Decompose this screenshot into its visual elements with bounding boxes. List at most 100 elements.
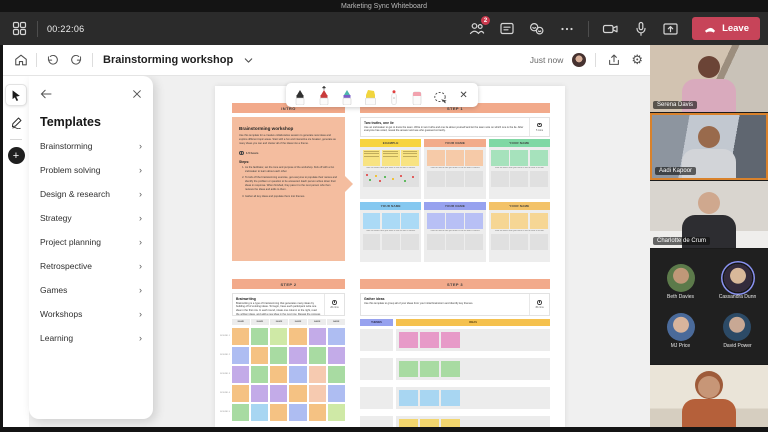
sticky-note[interactable] — [309, 385, 326, 402]
participant-card-your-name[interactable]: YOUR NAMEVote on which one you think is … — [360, 202, 421, 262]
sticky-note[interactable] — [251, 404, 268, 421]
sticky-note[interactable] — [510, 213, 528, 229]
sidebar-item-games[interactable]: Games› — [40, 278, 142, 302]
sidebar-item-retrospective[interactable]: Retrospective› — [40, 254, 142, 278]
sticky-note[interactable] — [232, 347, 249, 364]
sticky-note[interactable] — [401, 213, 419, 229]
back-arrow-icon[interactable] — [40, 86, 52, 104]
empty-placeholder-box[interactable] — [491, 171, 509, 187]
whiteboard-page[interactable]: INTRO Brainstorming workshop Use this te… — [215, 86, 565, 427]
share-screen-icon[interactable] — [662, 20, 679, 37]
sidebar-item-strategy[interactable]: Strategy› — [40, 206, 142, 230]
sticky-note[interactable] — [270, 404, 287, 421]
sticky-note[interactable] — [289, 385, 306, 402]
sticky-note[interactable] — [446, 213, 464, 229]
video-tile-charlotte-de-crum[interactable]: Charlotte de Crum — [650, 181, 768, 248]
sticky-note[interactable] — [441, 332, 460, 348]
sticky-note[interactable] — [270, 347, 287, 364]
sidebar-item-workshops[interactable]: Workshops› — [40, 302, 142, 326]
audio-participant-mj-price[interactable]: MJ Price — [667, 313, 695, 349]
sticky-note[interactable] — [232, 385, 249, 402]
camera-icon[interactable] — [602, 20, 619, 37]
participant-card-example[interactable]: EXAMPLEVote on which one you think is th… — [360, 139, 421, 199]
sticky-note[interactable] — [399, 332, 418, 348]
chevron-down-icon[interactable] — [240, 52, 257, 69]
sticky-note[interactable] — [441, 419, 460, 427]
sticky-note[interactable] — [441, 390, 460, 406]
settings-gear-icon[interactable]: ⚙ — [631, 54, 643, 67]
sticky-note[interactable] — [399, 390, 418, 406]
intro-card[interactable]: Brainstorming workshop Use this template… — [232, 117, 345, 261]
sticky-note[interactable] — [420, 332, 439, 348]
sticky-note[interactable] — [530, 150, 548, 166]
undo-icon[interactable] — [44, 52, 61, 69]
redo-icon[interactable] — [68, 52, 85, 69]
share-board-icon[interactable] — [605, 52, 622, 69]
empty-placeholder-box[interactable] — [446, 171, 464, 187]
sidebar-item-project-planning[interactable]: Project planning› — [40, 230, 142, 254]
sticky-note[interactable] — [491, 150, 509, 166]
chat-icon[interactable] — [498, 20, 515, 37]
empty-placeholder-box[interactable] — [427, 171, 445, 187]
sticky-note[interactable] — [363, 150, 381, 166]
red-marker-tool-selected[interactable] — [315, 85, 333, 105]
empty-placeholder-box[interactable] — [530, 234, 548, 250]
lasso-select-tool[interactable] — [431, 85, 449, 105]
close-pen-toolbar-icon[interactable]: ✕ — [455, 81, 473, 105]
sidebar-item-problem-solving[interactable]: Problem solving› — [40, 158, 142, 182]
theme-placeholder[interactable] — [360, 416, 393, 427]
video-tile-serena-davis[interactable]: Serena Davis — [650, 45, 768, 112]
sticky-note[interactable] — [328, 328, 345, 345]
theme-placeholder[interactable] — [360, 358, 393, 380]
sticky-note[interactable] — [232, 328, 249, 345]
sticky-note[interactable] — [251, 385, 268, 402]
sticky-note[interactable] — [328, 347, 345, 364]
ideas-placeholder[interactable] — [396, 329, 550, 351]
video-tile-self[interactable] — [650, 365, 768, 427]
empty-placeholder-box[interactable] — [401, 234, 419, 250]
sticky-note[interactable] — [270, 366, 287, 383]
select-pointer-tool[interactable] — [6, 85, 26, 105]
sidebar-item-design-research[interactable]: Design & research› — [40, 182, 142, 206]
step2-info-card[interactable]: Brainwriting Brainwriting is a type of b… — [232, 293, 345, 316]
empty-placeholder-box[interactable] — [427, 234, 445, 250]
sidebar-item-brainstorming[interactable]: Brainstorming› — [40, 134, 142, 158]
audio-participant-cassandra-dunn[interactable]: Cassandra Dunn — [719, 264, 757, 300]
eraser-tool[interactable] — [408, 85, 426, 105]
participant-card-your-name[interactable]: YOUR NAMEVote on which one you think is … — [489, 202, 550, 262]
ideas-placeholder[interactable] — [396, 358, 550, 380]
sticky-note[interactable] — [465, 213, 483, 229]
sticky-note[interactable] — [382, 150, 400, 166]
sticky-note[interactable] — [328, 366, 345, 383]
ideas-placeholder[interactable] — [396, 387, 550, 409]
sticky-note[interactable] — [465, 150, 483, 166]
participants-icon[interactable]: 2 — [468, 20, 485, 37]
empty-placeholder-box[interactable] — [491, 234, 509, 250]
sticky-note[interactable] — [232, 366, 249, 383]
microphone-icon[interactable] — [632, 20, 649, 37]
more-options-icon[interactable] — [558, 20, 575, 37]
sticky-note[interactable] — [251, 366, 268, 383]
participant-card-your-name[interactable]: YOUR NAMEVote on which one you think is … — [489, 139, 550, 199]
sticky-note[interactable] — [251, 347, 268, 364]
theme-placeholder[interactable] — [360, 329, 393, 351]
sticky-note[interactable] — [446, 150, 464, 166]
step2-header-bar[interactable]: STEP 2 — [232, 279, 345, 289]
sticky-note[interactable] — [328, 404, 345, 421]
step3-header-bar[interactable]: STEP 3 — [360, 279, 550, 289]
sticky-note[interactable] — [270, 385, 287, 402]
theme-placeholder[interactable] — [360, 387, 393, 409]
empty-placeholder-box[interactable] — [382, 234, 400, 250]
sticky-note[interactable] — [328, 385, 345, 402]
sticky-note[interactable] — [309, 404, 326, 421]
leave-button[interactable]: Leave — [692, 17, 760, 40]
close-panel-icon[interactable] — [132, 86, 142, 104]
empty-placeholder-box[interactable] — [510, 171, 528, 187]
sticky-note[interactable] — [441, 361, 460, 377]
apps-grid-icon[interactable] — [11, 20, 28, 37]
empty-placeholder-box[interactable] — [446, 234, 464, 250]
sticky-note[interactable] — [401, 150, 419, 166]
participant-card-your-name[interactable]: YOUR NAMEVote on which one you think is … — [424, 202, 485, 262]
audio-participant-beth-davies[interactable]: Beth Davies — [667, 264, 695, 300]
sticky-note[interactable] — [289, 404, 306, 421]
